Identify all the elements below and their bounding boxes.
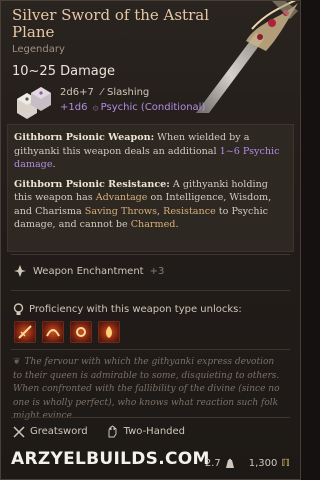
- item-footer: 2.7 1,300 ℿ: [205, 458, 290, 469]
- item-rarity: Legendary: [12, 44, 65, 55]
- divider: [11, 349, 290, 350]
- keyword-resistance[interactable]: Resistance: [163, 206, 216, 217]
- keyword-saving-throws[interactable]: Saving Throws: [85, 206, 157, 217]
- description-psionic-weapon: Githborn Psionic Weapon: When wielded by…: [14, 132, 280, 170]
- quill-icon: ❦: [13, 357, 21, 367]
- description-psionic-resistance: Githborn Psionic Resistance: A githyanki…: [14, 178, 272, 231]
- unlocked-actions: [14, 321, 120, 343]
- property-two-handed: Two-Handed: [106, 425, 185, 438]
- item-tooltip: Silver Sword of the Astral Plane Legenda…: [0, 0, 301, 480]
- weight-icon: [225, 458, 234, 468]
- damage-line-psychic: +1d6 ۞ Psychic (Conditional): [60, 102, 205, 113]
- property-greatsword: Greatsword: [13, 425, 88, 438]
- enchantment-icon: [14, 265, 26, 277]
- lightbulb-icon: [13, 303, 24, 315]
- enchantment-label: Weapon Enchantment: [33, 265, 144, 277]
- action-cleave-icon[interactable]: [42, 321, 64, 343]
- action-slash-icon[interactable]: [14, 321, 36, 343]
- divider: [11, 417, 290, 418]
- hand-icon: [108, 425, 117, 438]
- damage-type: Slashing: [107, 87, 150, 98]
- psychic-icon: ۞: [92, 102, 99, 113]
- damage-summary: 10~25 Damage: [12, 64, 115, 79]
- crossed-swords-icon: [13, 425, 25, 438]
- divider: [11, 254, 290, 255]
- gold-coin-icon: ℿ: [281, 458, 290, 469]
- proficiency-label: Proficiency with this weapon type unlock…: [29, 304, 242, 315]
- damage-dice: +1d6: [60, 102, 88, 113]
- flavor-text: ❦ The fervour with which the githyanki ex…: [13, 357, 280, 421]
- damage-type: Psychic (Conditional): [100, 102, 206, 113]
- proficiency-header: Proficiency with this weapon type unlock…: [13, 303, 242, 316]
- damage-dice: 2d6+7: [60, 87, 94, 98]
- action-pommel-strike-icon[interactable]: [70, 321, 92, 343]
- description-box: Githborn Psionic Weapon: When wielded by…: [7, 124, 294, 252]
- enchantment-value: +3: [149, 265, 165, 277]
- item-name: Silver Sword of the Astral Plane: [12, 6, 209, 41]
- item-weight: 2.7: [205, 458, 235, 469]
- dice-icon: [17, 87, 51, 119]
- item-value: 1,300 ℿ: [248, 458, 290, 469]
- divider: [11, 290, 290, 291]
- damage-line-slashing: 2d6+7 ⁄ Slashing: [60, 87, 149, 98]
- keyword-charmed[interactable]: Charmed: [131, 219, 176, 230]
- dagger-icon: ⁄: [101, 87, 103, 98]
- action-flame-icon[interactable]: [98, 321, 120, 343]
- weapon-enchantment: Weapon Enchantment +3: [13, 264, 164, 278]
- keyword-advantage[interactable]: Advantage: [96, 192, 148, 203]
- site-watermark: ARZYELBUILDS.COM: [11, 449, 210, 469]
- weapon-properties: Greatsword Two-Handed: [13, 425, 185, 438]
